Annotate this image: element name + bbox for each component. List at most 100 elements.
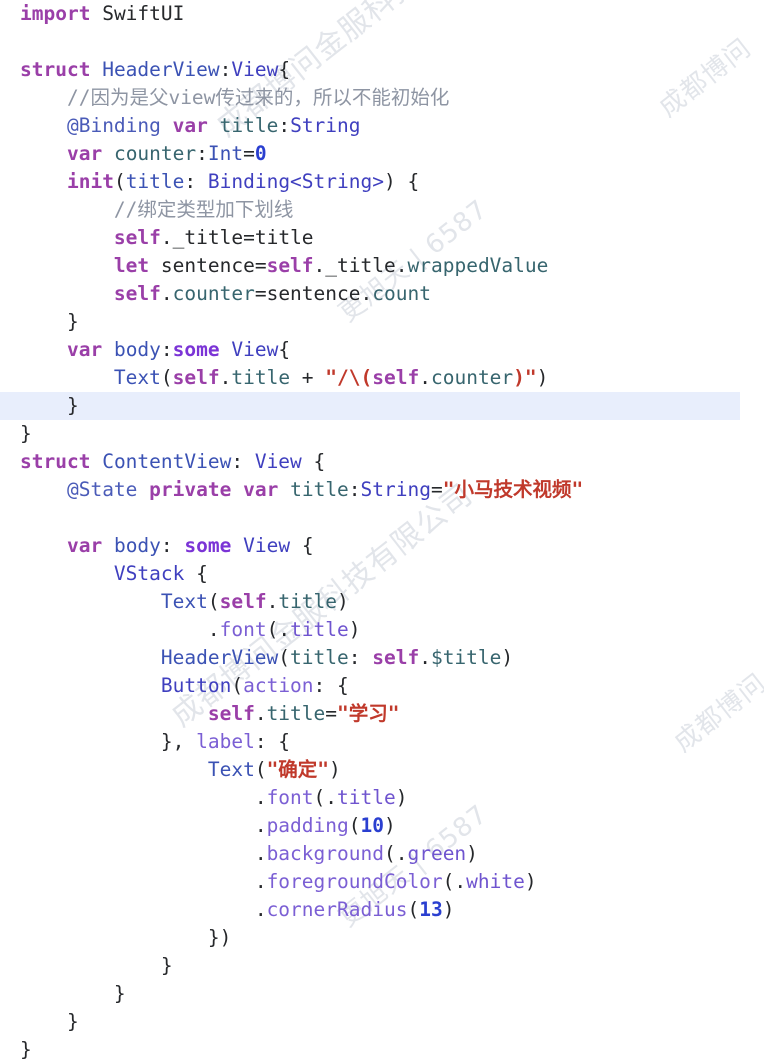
code-token-punct: } bbox=[20, 422, 32, 445]
code-token-type: HeaderView bbox=[102, 58, 220, 81]
code-token-kw: import bbox=[20, 2, 91, 25]
code-token-type: Text bbox=[207, 758, 255, 781]
code-line[interactable]: .cornerRadius(13) bbox=[0, 896, 764, 924]
code-line[interactable]: }) bbox=[0, 924, 764, 952]
code-token-func: font bbox=[266, 786, 314, 809]
code-line[interactable]: self.counter=sentence.count bbox=[0, 280, 764, 308]
code-line[interactable]: .font(.title) bbox=[0, 784, 764, 812]
code-token-str: "确定" bbox=[266, 758, 330, 781]
code-line[interactable]: var body: some View { bbox=[0, 532, 764, 560]
code-line[interactable]: .font(.title) bbox=[0, 616, 764, 644]
code-token-punct: ( bbox=[266, 618, 279, 641]
code-line[interactable]: .background(.green) bbox=[0, 840, 764, 868]
code-line[interactable] bbox=[0, 28, 764, 56]
code-token-punct: = bbox=[243, 226, 255, 249]
code-line[interactable]: .padding(10) bbox=[0, 812, 764, 840]
code-line[interactable]: //因为是父view传过来的，所以不能初始化 bbox=[0, 84, 764, 112]
code-token-func: action bbox=[243, 674, 314, 697]
code-line[interactable]: import SwiftUI bbox=[0, 0, 764, 28]
code-token-kw: struct bbox=[20, 58, 91, 81]
code-token-type2: View bbox=[231, 58, 279, 81]
code-token-ident: title bbox=[278, 590, 338, 613]
code-line[interactable]: var counter:Int=0 bbox=[0, 140, 764, 168]
code-token-kw: var bbox=[66, 142, 103, 165]
code-token-punct: : bbox=[278, 114, 291, 137]
code-token-punct: ( bbox=[313, 786, 326, 809]
code-token-self: self bbox=[372, 366, 420, 389]
code-token-type2: View bbox=[231, 338, 279, 361]
code-token-kw2: some bbox=[184, 534, 232, 557]
code-token-punct: ) bbox=[383, 814, 396, 837]
code-token-type2: View bbox=[254, 450, 302, 473]
code-line[interactable]: HeaderView(title: self.$title) bbox=[0, 644, 764, 672]
code-line[interactable]: let sentence=self._title.wrappedValue bbox=[0, 252, 764, 280]
code-token-punct: . bbox=[395, 842, 408, 865]
code-token-punct: ) bbox=[442, 898, 455, 921]
code-line[interactable]: .foregroundColor(.white) bbox=[0, 868, 764, 896]
code-line[interactable]: init(title: Binding<String>) { bbox=[0, 168, 764, 196]
code-token-ident: title bbox=[231, 366, 291, 389]
code-line[interactable]: Text(self.title + "/\(self.counter)") bbox=[0, 364, 764, 392]
code-token-func: cornerRadius bbox=[266, 898, 408, 921]
code-line[interactable]: self.title="学习" bbox=[0, 700, 764, 728]
code-line[interactable]: struct HeaderView:View{ bbox=[0, 56, 764, 84]
code-token-punct: . bbox=[254, 842, 267, 865]
code-token-punct: ( bbox=[442, 870, 455, 893]
code-line[interactable]: VStack { bbox=[0, 560, 764, 588]
code-line[interactable]: var body:some View{ bbox=[0, 336, 764, 364]
code-token-type: HeaderView bbox=[160, 646, 279, 669]
code-token-ident: wrappedValue bbox=[407, 254, 549, 277]
code-line[interactable] bbox=[0, 504, 764, 532]
code-token-punct: { bbox=[301, 450, 326, 473]
code-token-punct: : bbox=[348, 646, 373, 669]
code-line[interactable]: self._title=title bbox=[0, 224, 764, 252]
code-token-punct: } bbox=[66, 1010, 79, 1033]
code-token-str: )" bbox=[513, 366, 537, 389]
code-token-self: self bbox=[219, 590, 267, 613]
code-token-str: "小马技术视频" bbox=[442, 478, 584, 501]
code-line[interactable]: Text("确定") bbox=[0, 756, 764, 784]
code-token-func: label bbox=[196, 730, 255, 753]
code-token-punct: . bbox=[419, 646, 431, 669]
code-line[interactable]: struct ContentView: View { bbox=[0, 448, 764, 476]
code-token-punct: . bbox=[360, 282, 373, 305]
code-editor-view[interactable]: import SwiftUI struct HeaderView:View{ /… bbox=[0, 0, 764, 1061]
code-line[interactable]: //绑定类型加下划线 bbox=[0, 196, 764, 224]
code-line[interactable]: } bbox=[0, 980, 764, 1008]
code-token-punct: ( bbox=[254, 758, 267, 781]
code-line[interactable]: } bbox=[0, 308, 764, 336]
code-token-func: foregroundColor bbox=[266, 870, 443, 893]
code-line-highlighted[interactable]: } bbox=[0, 392, 764, 420]
code-line[interactable]: @State private var title:String="小马技术视频" bbox=[0, 476, 764, 504]
code-token-punct: ( bbox=[407, 898, 420, 921]
code-line[interactable]: }, label: { bbox=[0, 728, 764, 756]
code-token-type: Int bbox=[207, 142, 244, 165]
code-token-punct: . bbox=[278, 618, 291, 641]
code-line[interactable]: } bbox=[0, 952, 764, 980]
code-line[interactable]: Text(self.title) bbox=[0, 588, 764, 616]
code-token-punct: ) bbox=[348, 618, 361, 641]
code-token-attr: @State bbox=[66, 478, 138, 501]
code-line[interactable]: @Binding var title:String bbox=[0, 112, 764, 140]
code-token-type: ContentView bbox=[102, 450, 232, 473]
code-line[interactable]: } bbox=[0, 1008, 764, 1036]
code-token-type: body bbox=[113, 338, 161, 361]
code-line[interactable]: Button(action: { bbox=[0, 672, 764, 700]
code-token-str: "/\( bbox=[325, 366, 373, 389]
code-line[interactable]: } bbox=[0, 420, 764, 448]
